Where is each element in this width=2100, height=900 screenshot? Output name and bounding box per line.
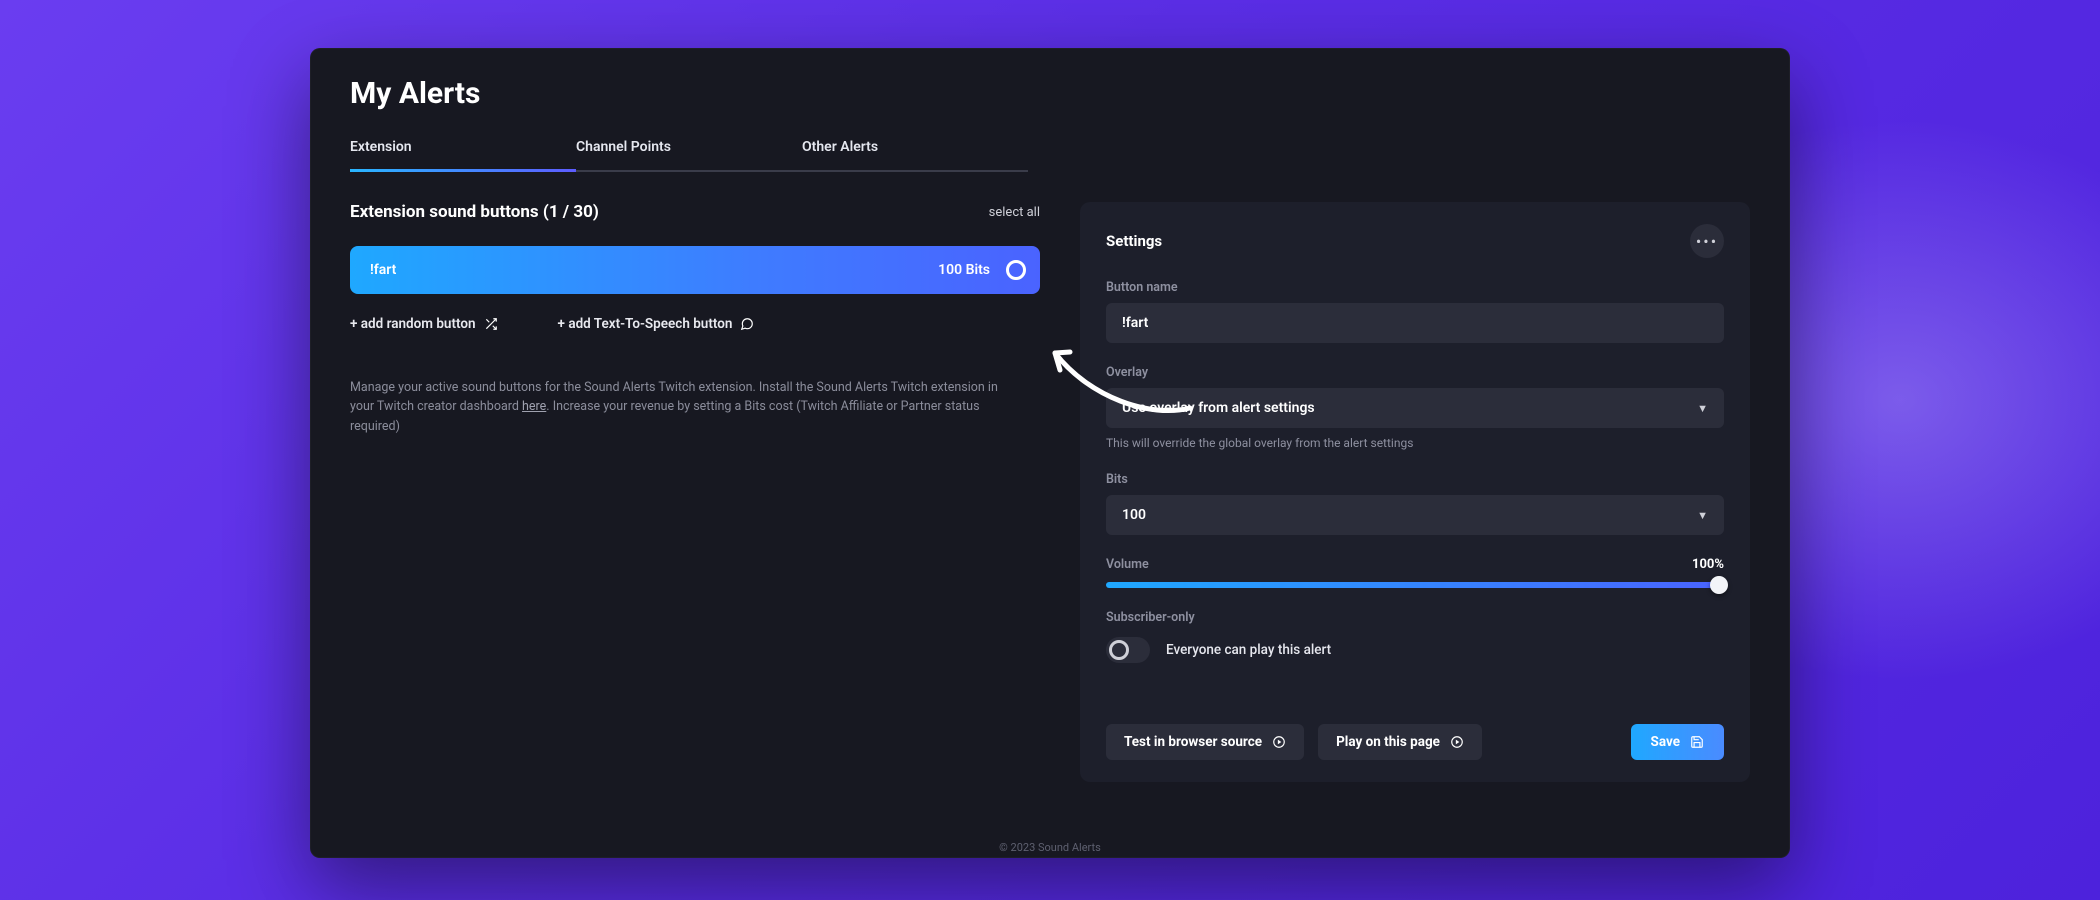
tab-extension[interactable]: Extension: [350, 129, 576, 172]
overlay-select[interactable]: Use overlay from alert settings ▼: [1106, 388, 1724, 428]
toggle-knob: [1109, 640, 1129, 660]
settings-heading: Settings: [1106, 232, 1162, 250]
play-circle-icon: [1272, 735, 1286, 749]
settings-head: Settings •••: [1106, 224, 1724, 258]
bits-select[interactable]: 100 ▼: [1106, 495, 1724, 535]
save-button[interactable]: Save: [1631, 724, 1724, 760]
right-column: Settings ••• Button name Overlay Use ove…: [1080, 202, 1750, 837]
help-here-link[interactable]: here: [522, 399, 546, 414]
add-random-button[interactable]: + add random button: [350, 316, 498, 332]
slider-knob[interactable]: [1710, 576, 1728, 594]
button-name-input[interactable]: [1106, 303, 1724, 343]
app-panel: My Alerts Extension Channel Points Other…: [310, 48, 1790, 858]
left-column: Extension sound buttons (1 / 30) select …: [350, 202, 1040, 837]
volume-value: 100%: [1692, 557, 1724, 572]
tab-other-alerts[interactable]: Other Alerts: [802, 129, 1028, 172]
help-text: Manage your active sound buttons for the…: [350, 378, 1010, 436]
add-tts-label: + add Text-To-Speech button: [558, 316, 733, 332]
test-browser-button[interactable]: Test in browser source: [1106, 724, 1304, 760]
chevron-down-icon: ▼: [1697, 402, 1708, 415]
subscriber-only-text: Everyone can play this alert: [1166, 642, 1331, 658]
volume-row: Volume 100%: [1106, 557, 1724, 572]
save-label: Save: [1651, 734, 1680, 750]
section-title: Extension sound buttons (1 / 30): [350, 202, 599, 222]
sound-button-name: !fart: [370, 262, 396, 278]
add-row: + add random button + add Text-To-Speech…: [350, 316, 1040, 332]
section-row: Extension sound buttons (1 / 30) select …: [350, 202, 1040, 222]
subscriber-only-label: Subscriber-only: [1106, 610, 1724, 625]
play-on-page-label: Play on this page: [1336, 734, 1440, 750]
footer-copyright: © 2023 Sound Alerts: [999, 841, 1101, 854]
settings-menu-button[interactable]: •••: [1690, 224, 1724, 258]
panel-header: My Alerts Extension Channel Points Other…: [310, 48, 1790, 172]
tab-channel-points[interactable]: Channel Points: [576, 129, 802, 172]
sound-button-row[interactable]: !fart 100 Bits: [350, 246, 1040, 294]
add-random-label: + add random button: [350, 316, 476, 332]
panel-body: Extension sound buttons (1 / 30) select …: [310, 172, 1790, 858]
overlay-value: Use overlay from alert settings: [1122, 400, 1315, 416]
add-tts-button[interactable]: + add Text-To-Speech button: [558, 316, 755, 332]
volume-label: Volume: [1106, 557, 1149, 572]
sound-button-cost: 100 Bits: [938, 262, 990, 278]
subscriber-only-row: Everyone can play this alert: [1106, 637, 1724, 663]
volume-slider[interactable]: [1106, 582, 1724, 588]
button-name-label: Button name: [1106, 280, 1724, 295]
bits-label: Bits: [1106, 472, 1724, 487]
chevron-down-icon: ▼: [1697, 509, 1708, 522]
sound-button-right: 100 Bits: [938, 260, 1026, 280]
play-on-page-button[interactable]: Play on this page: [1318, 724, 1482, 760]
page-title: My Alerts: [350, 76, 1750, 111]
subscriber-only-toggle[interactable]: [1106, 637, 1150, 663]
overlay-label: Overlay: [1106, 365, 1724, 380]
select-all-link[interactable]: select all: [989, 205, 1040, 220]
overlay-hint: This will override the global overlay fr…: [1106, 436, 1724, 450]
shuffle-icon: [484, 317, 498, 331]
footer-left: Test in browser source Play on this page: [1106, 724, 1482, 760]
test-browser-label: Test in browser source: [1124, 734, 1262, 750]
play-circle-icon: [1450, 735, 1464, 749]
bits-value: 100: [1122, 507, 1146, 523]
tabs: Extension Channel Points Other Alerts: [350, 129, 1750, 172]
speech-bubble-icon: [740, 317, 754, 331]
settings-card: Settings ••• Button name Overlay Use ove…: [1080, 202, 1750, 782]
save-icon: [1690, 735, 1704, 749]
settings-footer: Test in browser source Play on this page…: [1106, 724, 1724, 760]
radio-icon[interactable]: [1006, 260, 1026, 280]
